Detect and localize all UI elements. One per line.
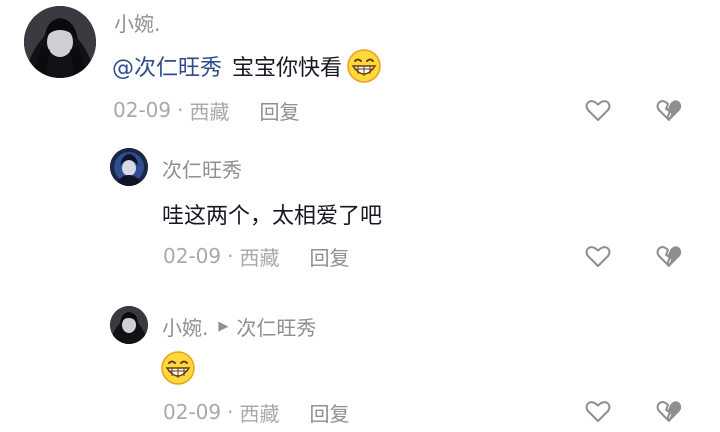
avatar-image — [24, 6, 96, 78]
avatar-image — [110, 148, 148, 186]
reply-arrow-icon: ▶ — [218, 318, 229, 334]
comment-3: 小婉. ▶ 次仁旺秀 02-09 · 西藏 回复 — [0, 296, 720, 432]
avatar-image — [110, 306, 148, 344]
like-button[interactable] — [583, 241, 613, 271]
dislike-button[interactable] — [654, 241, 684, 271]
grinning-face-emoji — [160, 350, 196, 386]
dislike-button[interactable] — [654, 95, 684, 125]
comment-location: 西藏 — [239, 245, 280, 270]
mention-link[interactable]: @次仁旺秀 — [112, 50, 222, 82]
broken-heart-icon — [656, 401, 682, 422]
avatar[interactable] — [24, 6, 96, 78]
comment-message: 宝宝你快看 — [232, 56, 343, 81]
comment-username[interactable]: 次仁旺秀 — [162, 154, 242, 182]
broken-heart-icon — [656, 100, 682, 121]
reply-button[interactable]: 回复 — [259, 96, 299, 125]
heart-outline-icon — [585, 401, 611, 422]
comment-meta: 02-09 · 西藏 回复 — [163, 398, 349, 426]
comment-text: 哇这两个，太相爱了吧 — [162, 194, 382, 234]
meta-separator: · — [227, 244, 234, 268]
comment-date: 02-09 — [163, 400, 222, 424]
comment-1: 小婉. @次仁旺秀 宝宝你快看 02-09 · 西藏 回复 — [0, 0, 720, 140]
comment-meta: 02-09 · 西藏 回复 — [113, 96, 299, 124]
meta-separator: · — [227, 400, 234, 424]
comment-date: 02-09 — [163, 244, 222, 268]
comment-meta: 02-09 · 西藏 回复 — [163, 242, 349, 270]
avatar[interactable] — [110, 306, 148, 344]
reply-target-username[interactable]: 次仁旺秀 — [236, 312, 316, 341]
comment-location: 西藏 — [189, 99, 230, 124]
comment-text: @次仁旺秀 宝宝你快看 — [112, 46, 382, 86]
comment-location: 西藏 — [239, 401, 280, 426]
dislike-button[interactable] — [654, 396, 684, 426]
grinning-face-emoji — [346, 48, 382, 84]
comment-text — [160, 348, 196, 388]
like-button[interactable] — [583, 95, 613, 125]
comment-username[interactable]: 小婉. ▶ 次仁旺秀 — [162, 312, 316, 340]
reply-button[interactable]: 回复 — [309, 242, 349, 271]
meta-separator: · — [177, 98, 184, 122]
comment-date: 02-09 — [113, 98, 172, 122]
reply-button[interactable]: 回复 — [309, 398, 349, 427]
comment-2: 次仁旺秀 哇这两个，太相爱了吧 02-09 · 西藏 回复 — [0, 140, 720, 290]
heart-outline-icon — [585, 246, 611, 267]
broken-heart-icon — [656, 246, 682, 267]
comment-message: 哇这两个，太相爱了吧 — [162, 204, 383, 229]
comment-username[interactable]: 小婉. — [114, 8, 160, 36]
avatar[interactable] — [110, 148, 148, 186]
like-button[interactable] — [583, 396, 613, 426]
heart-outline-icon — [585, 100, 611, 121]
